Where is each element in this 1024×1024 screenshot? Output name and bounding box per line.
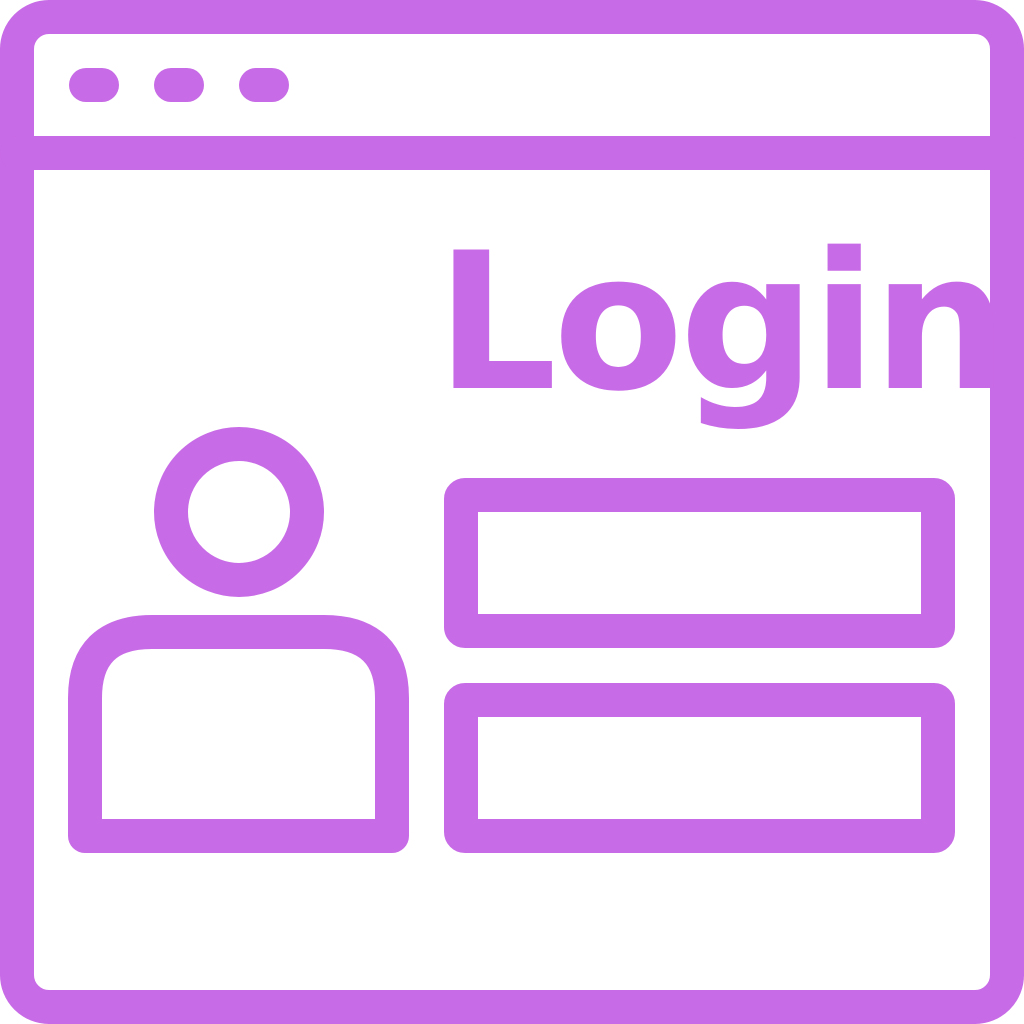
user-body [68, 615, 409, 853]
username-field[interactable] [444, 478, 955, 648]
user-icon [68, 427, 409, 853]
browser-login-icon: Login [0, 0, 1024, 1024]
login-title: Login [436, 212, 1004, 433]
user-head [154, 427, 324, 597]
password-field[interactable] [444, 683, 955, 853]
